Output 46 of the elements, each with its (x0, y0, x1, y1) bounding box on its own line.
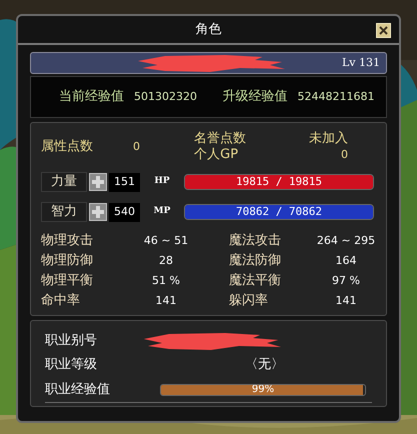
bar-label: MP (152, 205, 172, 218)
plus-button[interactable] (89, 203, 107, 221)
honor-label: 名誉点数 (194, 131, 246, 147)
stat-label: 魔法平衡 (229, 272, 282, 290)
attribute-label: 力量 (41, 172, 87, 192)
stat-label: 魔法攻击 (229, 232, 282, 250)
points-label: 属性点数 (41, 138, 94, 156)
stat-value: 141 (334, 293, 358, 309)
experience-label: 升级经验值 (222, 88, 288, 106)
stat-value: 97 % (331, 273, 361, 289)
stat-value: 28 (158, 253, 174, 269)
plus-button[interactable] (89, 173, 107, 191)
bar-label: HP (153, 175, 171, 188)
stat-value: 264 ~ 295 (316, 233, 376, 249)
stat-value: 51 % (151, 273, 181, 289)
stat-label: 躲闪率 (229, 292, 269, 310)
close-icon (379, 26, 388, 35)
close-button[interactable] (376, 23, 391, 38)
stat-label: 魔法防御 (229, 252, 282, 270)
attribute-label: 智力 (41, 202, 87, 222)
gp-label: 个人GP (194, 147, 238, 163)
stat-label: 物理攻击 (41, 232, 94, 250)
window-title: 角色 (196, 20, 222, 39)
job-exp-label: 职业经验值 (45, 380, 111, 399)
stat-label: 命中率 (41, 292, 81, 310)
experience-label: 当前经验值 (59, 88, 124, 106)
bar-text: 19815 / 19815 (234, 175, 324, 189)
level-text: Lv 131 (342, 54, 380, 71)
job-grade-value: 〈无〉 (245, 356, 284, 374)
experience-value: 52448211681 (298, 88, 374, 105)
attribute-value: 151 (109, 172, 140, 192)
attribute-value: 540 (109, 202, 140, 222)
bar-text: 70862 / 70862 (234, 205, 324, 219)
gp-value: 0 (341, 147, 348, 163)
stat-value: 46 ~ 51 (142, 233, 190, 249)
plus-icon (92, 176, 104, 188)
points-value: 0 (133, 138, 140, 155)
stat-label: 物理防御 (41, 252, 94, 270)
stat-label: 物理平衡 (41, 272, 94, 290)
experience-value: 501302320 (134, 88, 197, 105)
stat-value: 141 (154, 293, 178, 309)
honor-value: 未加入 (309, 131, 348, 147)
stat-value: 164 (334, 253, 358, 269)
job-grade-label: 职业等级 (45, 356, 98, 374)
job-alias-label: 职业别号 (45, 332, 98, 350)
plus-icon (92, 206, 104, 218)
